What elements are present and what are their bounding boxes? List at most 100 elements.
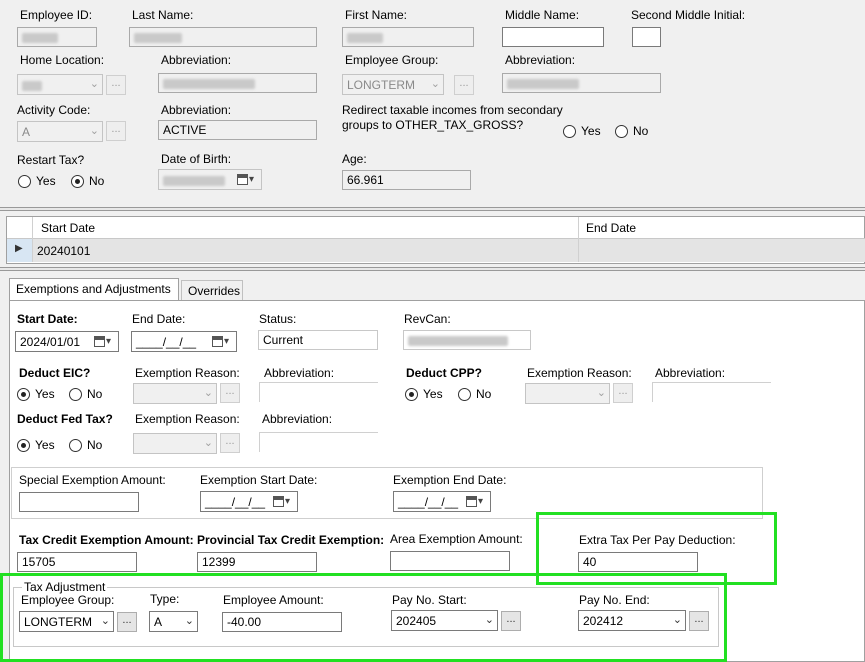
employee-id-field[interactable]	[17, 27, 97, 47]
fed-tax-exemption-reason-dropdown[interactable]: ⌄	[133, 433, 217, 454]
provincial-tax-credit-field[interactable]: 12399	[197, 552, 317, 572]
age-field: 66.961	[342, 170, 471, 190]
home-location-browse-button[interactable]: ...	[106, 75, 126, 95]
end-date-label: End Date:	[132, 312, 186, 326]
radio-circle-icon	[18, 174, 31, 188]
date-of-birth-field[interactable]: ▾	[158, 169, 262, 190]
eic-abbreviation-field	[259, 382, 378, 402]
current-row-arrow-icon: ▶	[15, 243, 23, 254]
restart-tax-label: Restart Tax?	[17, 153, 85, 167]
deduct-cpp-yes-radio[interactable]: Yes	[405, 387, 443, 401]
date-range-grid: Start Date End Date ▶ 20240101	[6, 216, 865, 264]
radio-circle-icon	[615, 124, 628, 138]
employee-group-dropdown[interactable]: LONGTERM ⌄	[342, 74, 444, 95]
exemption-start-date-field[interactable]: ____/__/__ ▾	[200, 491, 298, 512]
start-date-field[interactable]: 2024/01/01 ▾	[15, 331, 119, 352]
calendar-icon[interactable]: ▾	[273, 494, 295, 509]
first-name-field[interactable]	[342, 27, 474, 47]
home-location-dropdown[interactable]: ⌄	[17, 74, 103, 95]
status-field: Current	[258, 330, 378, 350]
last-name-label: Last Name:	[132, 8, 194, 22]
radio-selected-icon	[17, 438, 30, 452]
special-exemption-label: Special Exemption Amount:	[19, 473, 166, 487]
middle-name-label: Middle Name:	[505, 8, 580, 22]
calendar-icon[interactable]: ▾	[466, 494, 488, 509]
revcan-label: RevCan:	[404, 312, 451, 326]
end-date-value: ____/__/__	[136, 335, 197, 349]
restart-tax-yes-radio[interactable]: Yes	[18, 174, 56, 188]
fed-tax-exemption-reason-label: Exemption Reason:	[135, 412, 240, 426]
activity-code-dropdown[interactable]: A ⌄	[17, 121, 103, 142]
activity-abbreviation-label: Abbreviation:	[161, 103, 232, 117]
revcan-field	[403, 330, 531, 350]
deduct-cpp-label: Deduct CPP?	[406, 366, 483, 380]
home-location-abbreviation-field	[158, 73, 317, 93]
age-label: Age:	[342, 152, 367, 166]
eic-exemption-reason-dropdown[interactable]: ⌄	[133, 383, 217, 404]
radio-circle-icon	[69, 387, 82, 401]
radio-circle-icon	[563, 124, 576, 138]
row-selector[interactable]: ▶	[7, 239, 33, 262]
employee-group-browse-button[interactable]: ...	[454, 75, 474, 95]
start-date-column-header[interactable]: Start Date	[41, 221, 95, 235]
redirect-no-radio[interactable]: No	[615, 124, 648, 138]
deduct-eic-label: Deduct EIC?	[19, 366, 91, 380]
tax-credit-exemption-field[interactable]: 15705	[17, 552, 137, 572]
tax-adjustment-highlight-box	[0, 573, 727, 662]
provincial-tax-credit-label: Provincial Tax Credit Exemption:	[197, 533, 385, 547]
radio-selected-icon	[17, 387, 30, 401]
eic-exemption-reason-label: Exemption Reason:	[135, 366, 240, 380]
fed-tax-exemption-reason-browse-button[interactable]: ...	[220, 433, 240, 453]
home-location-abbreviation-label: Abbreviation:	[161, 53, 232, 67]
exemption-end-date-field[interactable]: ____/__/__ ▾	[393, 491, 491, 512]
employee-group-abbreviation-field	[502, 73, 661, 93]
cpp-exemption-reason-dropdown[interactable]: ⌄	[525, 383, 610, 404]
employee-group-value: LONGTERM	[347, 78, 416, 92]
deduct-fed-tax-no-radio[interactable]: No	[69, 438, 102, 452]
eic-exemption-reason-browse-button[interactable]: ...	[220, 383, 240, 403]
calendar-icon[interactable]: ▾	[237, 172, 259, 187]
fed-tax-abbreviation-field	[259, 432, 378, 452]
date-of-birth-label: Date of Birth:	[161, 152, 232, 166]
redirect-label-line2: groups to OTHER_TAX_GROSS?	[342, 118, 524, 132]
splitter-bottom[interactable]	[0, 267, 865, 271]
grid-header: Start Date End Date	[7, 217, 865, 239]
status-label: Status:	[259, 312, 297, 326]
table-row[interactable]: ▶ 20240101	[7, 239, 865, 262]
deduct-eic-no-radio[interactable]: No	[69, 387, 102, 401]
tab-exemptions-and-adjustments[interactable]: Exemptions and Adjustments	[9, 278, 179, 300]
middle-name-field[interactable]	[502, 27, 604, 47]
radio-selected-icon	[405, 387, 418, 401]
activity-code-browse-button[interactable]: ...	[106, 121, 126, 141]
deduct-fed-tax-yes-radio[interactable]: Yes	[17, 438, 55, 452]
end-date-field[interactable]: ____/__/__ ▾	[131, 331, 237, 352]
cpp-exemption-reason-browse-button[interactable]: ...	[613, 383, 633, 403]
employee-group-label: Employee Group:	[345, 53, 439, 67]
calendar-icon[interactable]: ▾	[212, 334, 234, 349]
fed-tax-abbreviation-label: Abbreviation:	[262, 412, 333, 426]
splitter-top[interactable]	[0, 207, 865, 211]
home-location-label: Home Location:	[20, 53, 105, 67]
radio-circle-icon	[458, 387, 471, 401]
deduct-eic-yes-radio[interactable]: Yes	[17, 387, 55, 401]
redirect-label-line1: Redirect taxable incomes from secondary	[342, 103, 563, 117]
redirect-yes-radio[interactable]: Yes	[563, 124, 601, 138]
deduct-cpp-no-radio[interactable]: No	[458, 387, 491, 401]
special-exemption-field[interactable]	[19, 492, 139, 512]
second-middle-initial-field[interactable]	[632, 27, 661, 47]
tax-credit-exemption-label: Tax Credit Exemption Amount:	[19, 533, 194, 547]
employee-id-label: Employee ID:	[20, 8, 93, 22]
first-name-label: First Name:	[345, 8, 408, 22]
calendar-icon[interactable]: ▾	[94, 334, 116, 349]
end-date-column-header[interactable]: End Date	[586, 221, 636, 235]
tab-overrides[interactable]: Overrides	[181, 280, 243, 300]
restart-tax-no-radio[interactable]: No	[71, 174, 104, 188]
area-exemption-field[interactable]	[390, 551, 510, 571]
exemption-start-date-label: Exemption Start Date:	[200, 473, 318, 487]
exemption-end-date-label: Exemption End Date:	[393, 473, 507, 487]
cpp-exemption-reason-label: Exemption Reason:	[527, 366, 632, 380]
eic-abbreviation-label: Abbreviation:	[264, 366, 335, 380]
cpp-abbreviation-label: Abbreviation:	[655, 366, 726, 380]
activity-abbreviation-field: ACTIVE	[158, 120, 317, 140]
last-name-field[interactable]	[129, 27, 317, 47]
